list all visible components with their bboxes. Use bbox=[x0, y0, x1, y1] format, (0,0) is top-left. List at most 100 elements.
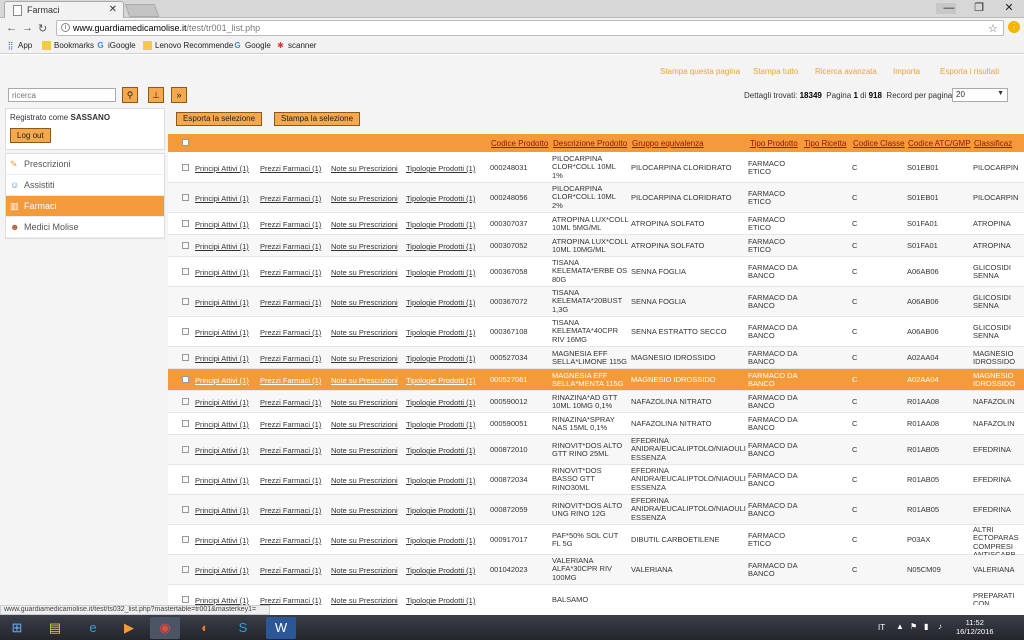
principi-attivi-link[interactable]: Principi Attivi (1) bbox=[195, 242, 249, 251]
pin-icon[interactable]: ⊥ bbox=[148, 87, 164, 103]
col-codice-prodotto[interactable]: Codice Prodotto bbox=[491, 139, 548, 148]
menu-item-farmaci[interactable]: ▥ Farmaci bbox=[6, 196, 164, 217]
row-checkbox[interactable] bbox=[182, 536, 189, 543]
tipologie-prodotti-link[interactable]: Tipologie Prodotti (1) bbox=[406, 194, 475, 203]
col-descrizione-prodotto[interactable]: Descrizione Prodotto bbox=[553, 139, 627, 148]
tipologie-prodotti-link[interactable]: Tipologie Prodotti (1) bbox=[406, 242, 475, 251]
prezzi-farmaci-link[interactable]: Prezzi Farmaci (1) bbox=[260, 376, 321, 385]
forward-icon[interactable]: → bbox=[22, 22, 33, 34]
new-tab-button[interactable] bbox=[124, 4, 160, 17]
close-tab-icon[interactable]: ✕ bbox=[109, 4, 117, 15]
info-icon[interactable]: i bbox=[61, 23, 70, 32]
expand-down-icon[interactable]: » bbox=[171, 87, 187, 103]
export-results-link[interactable]: Esporta i risultati bbox=[940, 67, 999, 76]
note-prescrizioni-link[interactable]: Note su Prescrizioni bbox=[331, 398, 398, 407]
table-row[interactable]: Principi Attivi (1) Prezzi Farmaci (1) Not… bbox=[168, 317, 1024, 347]
note-prescrizioni-link[interactable]: Note su Prescrizioni bbox=[331, 566, 398, 575]
tipologie-prodotti-link[interactable]: Tipologie Prodotti (1) bbox=[406, 376, 475, 385]
table-row[interactable]: Principi Attivi (1) Prezzi Farmaci (1) Not… bbox=[168, 465, 1024, 495]
tray-up-icon[interactable]: ▲ bbox=[896, 622, 904, 631]
note-prescrizioni-link[interactable]: Note su Prescrizioni bbox=[331, 328, 398, 337]
prezzi-farmaci-link[interactable]: Prezzi Farmaci (1) bbox=[260, 242, 321, 251]
table-row[interactable]: Principi Attivi (1) Prezzi Farmaci (1) Not… bbox=[168, 257, 1024, 287]
flag-icon[interactable]: ⚑ bbox=[910, 622, 917, 631]
principi-attivi-link[interactable]: Principi Attivi (1) bbox=[195, 220, 249, 229]
note-prescrizioni-link[interactable]: Note su Prescrizioni bbox=[331, 242, 398, 251]
principi-attivi-link[interactable]: Principi Attivi (1) bbox=[195, 536, 249, 545]
tipologie-prodotti-link[interactable]: Tipologie Prodotti (1) bbox=[406, 506, 475, 515]
note-prescrizioni-link[interactable]: Note su Prescrizioni bbox=[331, 376, 398, 385]
note-prescrizioni-link[interactable]: Note su Prescrizioni bbox=[331, 164, 398, 173]
table-row[interactable]: Principi Attivi (1) Prezzi Farmaci (1) Not… bbox=[168, 153, 1024, 183]
row-checkbox[interactable] bbox=[182, 328, 189, 335]
tipologie-prodotti-link[interactable]: Tipologie Prodotti (1) bbox=[406, 536, 475, 545]
prezzi-farmaci-link[interactable]: Prezzi Farmaci (1) bbox=[260, 476, 321, 485]
principi-attivi-link[interactable]: Principi Attivi (1) bbox=[195, 354, 249, 363]
principi-attivi-link[interactable]: Principi Attivi (1) bbox=[195, 164, 249, 173]
print-selection-button[interactable]: Stampa la selezione bbox=[274, 112, 361, 126]
principi-attivi-link[interactable]: Principi Attivi (1) bbox=[195, 566, 249, 575]
col-tipo-prodotto[interactable]: Tipo Prodotto bbox=[750, 139, 798, 148]
table-row[interactable]: Principi Attivi (1) Prezzi Farmaci (1) Not… bbox=[168, 391, 1024, 413]
prezzi-farmaci-link[interactable]: Prezzi Farmaci (1) bbox=[260, 566, 321, 575]
clock[interactable]: 11:52 16/12/2016 bbox=[956, 618, 994, 636]
principi-attivi-link[interactable]: Principi Attivi (1) bbox=[195, 596, 249, 605]
row-checkbox[interactable] bbox=[182, 298, 189, 305]
search-input[interactable] bbox=[8, 88, 116, 102]
principi-attivi-link[interactable]: Principi Attivi (1) bbox=[195, 328, 249, 337]
col-tipo-ricetta[interactable]: Tipo Ricetta bbox=[804, 139, 846, 148]
table-row[interactable]: Principi Attivi (1) Prezzi Farmaci (1) Not… bbox=[168, 287, 1024, 317]
note-prescrizioni-link[interactable]: Note su Prescrizioni bbox=[331, 298, 398, 307]
bookmark-igoogle[interactable]: GiGoogle bbox=[96, 41, 135, 50]
prezzi-farmaci-link[interactable]: Prezzi Farmaci (1) bbox=[260, 420, 321, 429]
import-link[interactable]: Importa bbox=[893, 67, 920, 76]
row-checkbox[interactable] bbox=[182, 220, 189, 227]
row-checkbox[interactable] bbox=[182, 268, 189, 275]
col-classificazione[interactable]: Classificaz bbox=[974, 139, 1012, 148]
chrome-icon[interactable]: ◉ bbox=[150, 617, 180, 639]
search-icon[interactable]: ⚲ bbox=[122, 87, 138, 103]
note-prescrizioni-link[interactable]: Note su Prescrizioni bbox=[331, 220, 398, 229]
language-indicator[interactable]: IT bbox=[878, 623, 885, 632]
prezzi-farmaci-link[interactable]: Prezzi Farmaci (1) bbox=[260, 596, 321, 605]
principi-attivi-link[interactable]: Principi Attivi (1) bbox=[195, 446, 249, 455]
note-prescrizioni-link[interactable]: Note su Prescrizioni bbox=[331, 194, 398, 203]
network-icon[interactable]: ▮ bbox=[924, 622, 928, 631]
prezzi-farmaci-link[interactable]: Prezzi Farmaci (1) bbox=[260, 268, 321, 277]
bookmark-folder[interactable]: Bookmarks bbox=[42, 41, 94, 50]
menu-item-medici-molise[interactable]: ☻ Medici Molise bbox=[6, 217, 164, 238]
principi-attivi-link[interactable]: Principi Attivi (1) bbox=[195, 506, 249, 515]
reload-icon[interactable]: ↻ bbox=[38, 22, 47, 35]
tipologie-prodotti-link[interactable]: Tipologie Prodotti (1) bbox=[406, 398, 475, 407]
bookmark-apps[interactable]: ⣿ App bbox=[6, 41, 33, 50]
bookmark-google[interactable]: G Google bbox=[233, 41, 270, 50]
ie-icon[interactable]: e bbox=[78, 617, 108, 639]
select-all-checkbox[interactable] bbox=[182, 139, 189, 146]
principi-attivi-link[interactable]: Principi Attivi (1) bbox=[195, 194, 249, 203]
tipologie-prodotti-link[interactable]: Tipologie Prodotti (1) bbox=[406, 164, 475, 173]
row-checkbox[interactable] bbox=[182, 242, 189, 249]
tipologie-prodotti-link[interactable]: Tipologie Prodotti (1) bbox=[406, 446, 475, 455]
bookmark-lenovo[interactable]: Lenovo Recommende bbox=[143, 41, 233, 50]
advanced-search-link[interactable]: Ricerca avanzata bbox=[815, 67, 877, 76]
tipologie-prodotti-link[interactable]: Tipologie Prodotti (1) bbox=[406, 420, 475, 429]
table-row[interactable]: Principi Attivi (1) Prezzi Farmaci (1) Not… bbox=[168, 525, 1024, 559]
tipologie-prodotti-link[interactable]: Tipologie Prodotti (1) bbox=[406, 268, 475, 277]
prezzi-farmaci-link[interactable]: Prezzi Farmaci (1) bbox=[260, 536, 321, 545]
principi-attivi-link[interactable]: Principi Attivi (1) bbox=[195, 398, 249, 407]
col-gruppo-equivalenza[interactable]: Gruppo equivalenza bbox=[632, 139, 704, 148]
row-checkbox[interactable] bbox=[182, 506, 189, 513]
row-checkbox[interactable] bbox=[182, 164, 189, 171]
bookmark-star-icon[interactable]: ☆ bbox=[988, 22, 998, 35]
skype-icon[interactable]: S bbox=[228, 617, 258, 639]
principi-attivi-link[interactable]: Principi Attivi (1) bbox=[195, 376, 249, 385]
note-prescrizioni-link[interactable]: Note su Prescrizioni bbox=[331, 268, 398, 277]
prezzi-farmaci-link[interactable]: Prezzi Farmaci (1) bbox=[260, 446, 321, 455]
tipologie-prodotti-link[interactable]: Tipologie Prodotti (1) bbox=[406, 298, 475, 307]
note-prescrizioni-link[interactable]: Note su Prescrizioni bbox=[331, 536, 398, 545]
row-checkbox[interactable] bbox=[182, 354, 189, 361]
prezzi-farmaci-link[interactable]: Prezzi Farmaci (1) bbox=[260, 328, 321, 337]
col-codice-atc[interactable]: Codice ATC/GMP bbox=[908, 139, 971, 148]
prezzi-farmaci-link[interactable]: Prezzi Farmaci (1) bbox=[260, 506, 321, 515]
note-prescrizioni-link[interactable]: Note su Prescrizioni bbox=[331, 354, 398, 363]
